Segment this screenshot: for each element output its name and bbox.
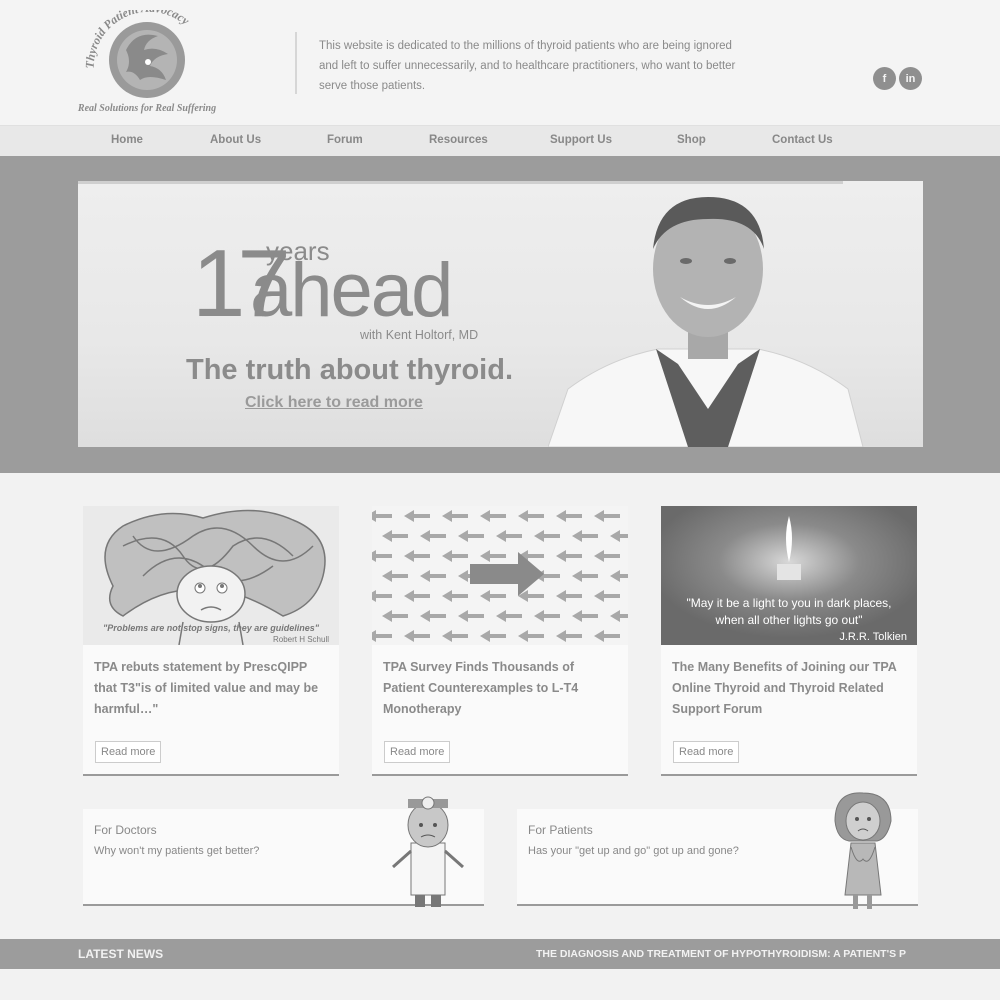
read-more-button[interactable]: Read more <box>95 741 162 763</box>
article-card: TPA Survey Finds Thousands of Patient Co… <box>372 506 628 776</box>
hero-with: with Kent Holtorf, MD <box>360 328 479 342</box>
nav-item-support-us[interactable]: Support Us <box>550 134 612 146</box>
site-logo[interactable]: Thyroid Patient Advocacy Real Solutions … <box>76 1 218 118</box>
for-doctors-box[interactable]: For Doctors Why won't my patients get be… <box>83 796 484 907</box>
news-ticker-link[interactable]: THE DIAGNOSIS AND TREATMENT OF HYPOTHYRO… <box>536 948 923 960</box>
nav-item-about-us[interactable]: About Us <box>210 134 261 146</box>
card-title[interactable]: TPA rebuts statement by PrescQIPP that T… <box>94 657 330 720</box>
hero-read-more-link[interactable]: Click here to read more <box>245 394 423 412</box>
latest-news-bar: LATEST NEWS THE DIAGNOSIS AND TREATMENT … <box>0 939 1000 969</box>
logo-tagline: Real Solutions for Real Suffering <box>77 103 216 114</box>
linkedin-icon[interactable]: in <box>899 67 922 90</box>
nav-item-home[interactable]: Home <box>111 134 143 146</box>
patient-illustration <box>834 792 892 909</box>
feature-title: For Doctors <box>94 823 157 837</box>
feature-title: For Patients <box>528 823 593 837</box>
doctor-portrait <box>548 197 864 447</box>
card-image-author: J.R.R. Tolkien <box>839 631 907 643</box>
nav-item-contact-us[interactable]: Contact Us <box>772 134 833 146</box>
card-title[interactable]: The Many Benefits of Joining our TPA Onl… <box>672 657 908 720</box>
card-image-candle[interactable]: "May it be a light to you in dark places… <box>661 506 917 645</box>
hero-headline: The truth about thyroid. <box>186 354 514 386</box>
hero-top-line <box>78 181 843 184</box>
card-image-arrows[interactable] <box>372 506 628 645</box>
article-card: "May it be a light to you in dark places… <box>661 506 917 776</box>
nav-item-shop[interactable]: Shop <box>677 134 706 146</box>
site-header: Thyroid Patient Advocacy Real Solutions … <box>0 0 1000 125</box>
read-more-button[interactable]: Read more <box>673 741 740 763</box>
facebook-icon[interactable]: f <box>873 67 896 90</box>
feature-text: Why won't my patients get better? <box>94 845 260 857</box>
header-divider <box>295 32 297 94</box>
card-image-caption: "Problems are not stop signs, they are g… <box>103 623 320 633</box>
card-image-tangled-hair[interactable]: "Problems are not stop signs, they are g… <box>83 506 339 645</box>
nav-item-forum[interactable]: Forum <box>327 134 363 146</box>
card-image-author: Robert H Schull <box>273 635 329 644</box>
phoenix-logo-icon: Thyroid Patient Advocacy Real Solutions … <box>77 1 216 114</box>
site-tagline: This website is dedicated to the million… <box>319 40 736 92</box>
card-image-quote-line1: "May it be a light to you in dark places… <box>686 596 891 610</box>
card-title[interactable]: TPA Survey Finds Thousands of Patient Co… <box>383 657 619 720</box>
doctor-illustration <box>392 796 464 907</box>
latest-news-label: LATEST NEWS <box>78 947 164 961</box>
hero-banner[interactable]: 17 years ahead with Kent Holtorf, MD The… <box>78 181 923 447</box>
read-more-button[interactable]: Read more <box>384 741 451 763</box>
article-card: "Problems are not stop signs, they are g… <box>83 506 339 776</box>
nav-item-resources[interactable]: Resources <box>429 134 488 146</box>
card-image-quote-line2: when all other lights go out" <box>714 613 862 627</box>
for-patients-box[interactable]: For Patients Has your "get up and go" go… <box>517 792 918 909</box>
hero-ahead: ahead <box>250 248 453 333</box>
main-nav: Home About Us Forum Resources Support Us… <box>0 125 1000 156</box>
feature-text: Has your "get up and go" got up and gone… <box>528 845 739 857</box>
